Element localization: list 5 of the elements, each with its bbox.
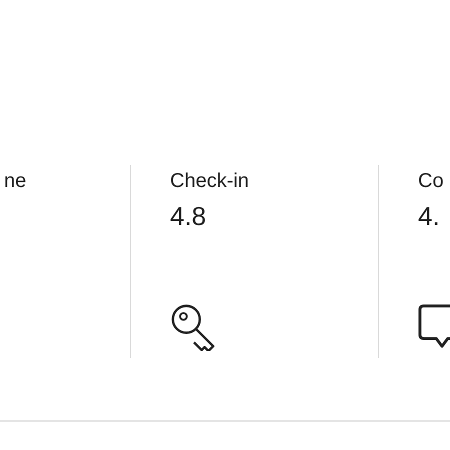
category-label: Check-in	[170, 169, 250, 193]
rating-value: 4.8	[170, 201, 208, 231]
rating-value: 4.	[418, 201, 441, 231]
category-label: Co	[418, 169, 445, 193]
category-label: ne	[4, 169, 28, 193]
